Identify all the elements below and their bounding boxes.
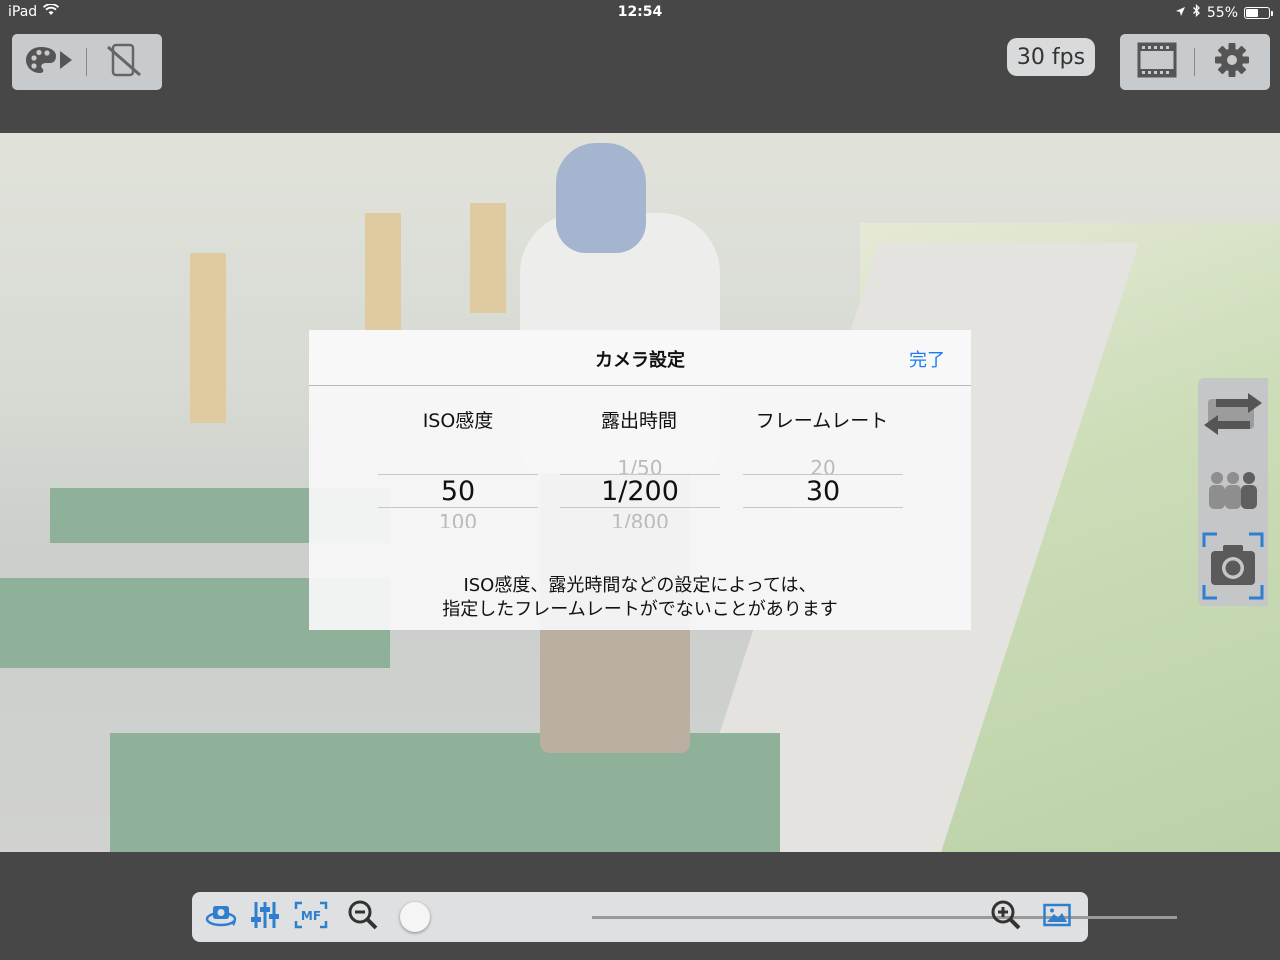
multi-person-icon <box>1205 468 1261 516</box>
manual-focus-icon: MF <box>294 901 328 933</box>
no-device-icon <box>105 41 143 83</box>
fps-badge: 30 fps <box>1007 38 1095 76</box>
zoom-in-icon <box>991 900 1021 934</box>
sliders-icon <box>250 900 280 934</box>
framerate-current-value: 30 <box>805 476 841 507</box>
framerate-label: フレームレート <box>755 410 889 432</box>
framerate-warning: ISO感度、露光時間などの設定によっては、 指定したフレームレートがでないことが… <box>309 574 971 622</box>
framerate-picker[interactable]: 20 30 <box>743 448 903 528</box>
camera-settings-dialog: カメラ設定 完了 ISO感度 露出時間 フレームレート 50 100 1/50 … <box>309 330 971 630</box>
exposure-picker[interactable]: 1/50 1/200 1/800 <box>560 448 720 528</box>
iso-label: ISO感度 <box>422 410 494 432</box>
film-strip-icon <box>1137 42 1177 82</box>
location-icon <box>1175 5 1186 21</box>
palette-play-icon <box>25 45 73 79</box>
bottom-toolbar: MF <box>192 892 1177 942</box>
rotate-camera-button[interactable] <box>205 901 237 933</box>
done-button[interactable]: 完了 <box>909 346 945 372</box>
picker-line <box>743 507 903 508</box>
exposure-label: 露出時間 <box>600 410 677 432</box>
iso-current-value: 50 <box>440 476 476 507</box>
photo-library-button[interactable] <box>1042 902 1072 932</box>
rotate-camera-icon <box>205 901 237 933</box>
side-panel <box>1198 378 1268 606</box>
framerate-prev-value: 20 <box>810 456 836 474</box>
camera-capture-icon <box>1201 531 1265 605</box>
dialog-title: カメラ設定 <box>595 350 685 371</box>
dialog-header: カメラ設定 完了 <box>309 330 971 386</box>
status-bar: iPad 12:54 55% <box>0 0 1280 26</box>
capture-mode-button[interactable] <box>1198 530 1268 606</box>
top-right-toolbar <box>1120 34 1270 90</box>
battery-percent: 55% <box>1206 4 1238 21</box>
gear-icon <box>1214 42 1250 82</box>
film-button[interactable] <box>1120 34 1194 90</box>
adjustments-button[interactable] <box>250 902 280 932</box>
bluetooth-icon <box>1192 3 1201 21</box>
manual-focus-button[interactable]: MF <box>294 901 328 933</box>
zoom-out-icon <box>348 900 378 934</box>
framerate-next-value <box>743 510 903 528</box>
multi-person-button[interactable] <box>1198 454 1268 530</box>
exposure-current-value: 1/200 <box>601 476 679 507</box>
iso-prev-value <box>378 448 538 474</box>
exposure-prev-value: 1/50 <box>617 456 663 474</box>
top-left-toolbar <box>12 34 162 90</box>
switch-camera-icon <box>1202 387 1264 445</box>
photo-library-icon <box>1043 903 1071 931</box>
picker-line <box>560 507 720 508</box>
zoom-in-button[interactable] <box>991 900 1021 934</box>
exposure-next-value: 1/800 <box>611 510 669 528</box>
battery-icon <box>1244 6 1273 19</box>
iso-picker[interactable]: 50 100 <box>378 448 538 528</box>
device-disabled-button[interactable] <box>87 34 161 90</box>
iso-next-value: 100 <box>438 510 478 528</box>
palette-play-button[interactable] <box>12 34 86 90</box>
zoom-out-button[interactable] <box>348 900 378 934</box>
picker-line <box>378 507 538 508</box>
zoom-slider-thumb[interactable] <box>400 902 430 932</box>
zoom-slider-track[interactable] <box>592 916 1177 919</box>
svg-text:MF: MF <box>301 909 321 923</box>
warning-line: 指定したフレームレートがでないことがあります <box>442 599 838 620</box>
warning-line: ISO感度、露光時間などの設定によっては、 <box>463 575 817 596</box>
settings-button[interactable] <box>1195 34 1269 90</box>
clock: 12:54 <box>617 4 663 20</box>
switch-camera-button[interactable] <box>1198 378 1268 454</box>
